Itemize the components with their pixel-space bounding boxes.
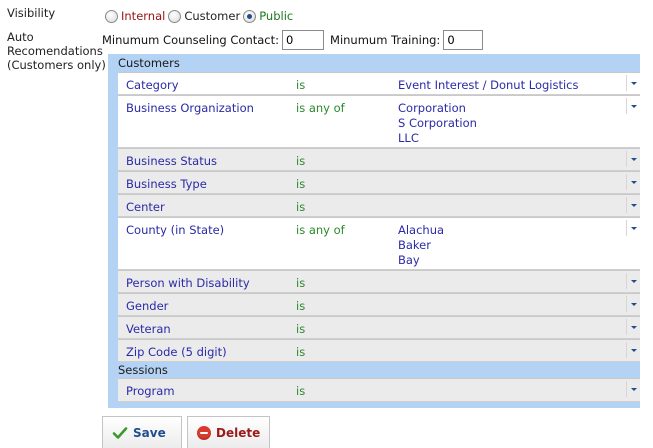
criteria-field: Business Status [126,154,218,168]
auto-label-line-2: Recomendations [7,44,103,58]
criteria-row: Business Organization is any of Corporatio… [118,95,640,148]
criteria-values: Corporation S Corporation LLC [398,101,477,146]
customers-section-header: Customers [118,56,180,70]
criteria-operator: is [296,276,306,290]
minimums-row: Minumum Counseling Contact: Minumum Trai… [102,30,489,50]
criteria-value: Event Interest / Donut Logistics [398,78,579,92]
criteria-field: Zip Code (5 digit) [126,345,227,359]
chevron-down-icon [630,279,637,283]
delete-button[interactable]: Delete [187,416,270,448]
criteria-field: Person with Disability [126,276,250,290]
criteria-operator: is [296,322,306,336]
criteria-row: Person with Disability is [118,270,640,293]
chevron-down-icon [630,387,637,391]
criteria-row: Category is Event Interest / Donut Logisti… [118,72,640,95]
criteria-operator: is [296,384,306,398]
criteria-values: Event Interest / Donut Logistics [398,78,578,93]
criteria-operator: is [296,78,306,92]
radio-internal-button[interactable] [105,9,118,23]
radio-customer-label[interactable]: Customer [184,9,240,23]
criteria-operator: is [296,154,306,168]
criteria-field: Gender [126,299,169,313]
auto-label-line-1: Auto [7,30,34,44]
criteria-field: Business Type [126,177,207,191]
criteria-row: Center is [118,194,640,217]
training-input[interactable] [443,30,484,50]
radio-internal[interactable]: Internal [105,9,165,23]
chevron-down-icon [630,302,637,306]
visibility-label: Visibility [7,6,56,20]
radio-public[interactable]: Public [243,9,293,23]
sessions-rows: Program is [118,378,640,402]
counseling-contact-label: Minumum Counseling Contact: [102,33,280,47]
criteria-dropdown-toggle[interactable] [626,319,640,335]
criteria-field: Center [126,200,165,214]
criteria-value: S Corporation [398,116,477,130]
delete-icon [197,425,211,440]
radio-customer[interactable]: Customer [168,9,240,23]
criteria-operator: is [296,200,306,214]
criteria-operator: is [296,345,306,359]
criteria-value: Bay [398,253,420,267]
criteria-value: Baker [398,238,431,252]
criteria-row: County (in State) is any of Alachua Baker Ba… [118,217,640,270]
criteria-field: Program [126,384,175,398]
criteria-field: County (in State) [126,223,225,237]
sessions-section-header: Sessions [118,363,168,377]
save-button[interactable]: Save [102,416,182,448]
criteria-field: Business Organization [126,101,254,115]
save-button-label: Save [133,425,166,440]
criteria-dropdown-toggle[interactable] [626,98,640,114]
criteria-dropdown-toggle[interactable] [626,342,640,358]
criteria-row: Gender is [118,293,640,316]
criteria-dropdown-toggle[interactable] [626,381,640,397]
visibility-radio-group: Internal Customer Public [105,8,296,24]
criteria-value: Alachua [398,223,445,237]
criteria-dropdown-toggle[interactable] [626,296,640,312]
chevron-down-icon [630,157,637,161]
radio-public-label[interactable]: Public [259,9,293,23]
chevron-down-icon [630,104,637,108]
criteria-value: LLC [398,131,419,145]
criteria-value: Corporation [398,101,466,115]
radio-customer-button[interactable] [168,9,182,23]
criteria-dropdown-toggle[interactable] [626,220,640,236]
chevron-down-icon [630,348,637,352]
criteria-operator: is any of [296,223,345,237]
chevron-down-icon [630,226,637,230]
criteria-row: Program is [118,378,640,402]
checkmark-icon [112,426,128,439]
criteria-row: Zip Code (5 digit) is [118,339,640,362]
criteria-dropdown-toggle[interactable] [626,197,640,213]
criteria-row: Business Status is [118,148,640,171]
criteria-field: Veteran [126,322,171,336]
radio-internal-label[interactable]: Internal [121,9,165,23]
criteria-operator: is [296,299,306,313]
delete-button-label: Delete [216,425,261,440]
counseling-contact-input[interactable] [282,30,325,50]
chevron-down-icon [630,325,637,329]
customers-rows: Category is Event Interest / Donut Logisti… [118,72,640,362]
criteria-row: Veteran is [118,316,640,339]
auto-label-line-3: (Customers only) [7,58,106,72]
criteria-operator: is any of [296,101,345,115]
criteria-panel: Customers Category is Event Interest / Don… [108,54,640,408]
criteria-dropdown-toggle[interactable] [626,75,640,91]
criteria-dropdown-toggle[interactable] [626,151,640,167]
criteria-field: Category [126,78,179,92]
chevron-down-icon [630,81,637,85]
criteria-dropdown-toggle[interactable] [626,174,640,190]
chevron-down-icon [630,180,637,184]
auto-recommendations-label: Auto Recomendations (Customers only) [7,30,106,72]
radio-public-button[interactable] [243,9,257,23]
training-label: Minumum Training: [330,33,441,47]
criteria-operator: is [296,177,306,191]
criteria-row: Business Type is [118,171,640,194]
criteria-values: Alachua Baker Bay [398,223,444,268]
criteria-dropdown-toggle[interactable] [626,273,640,289]
chevron-down-icon [630,203,637,207]
